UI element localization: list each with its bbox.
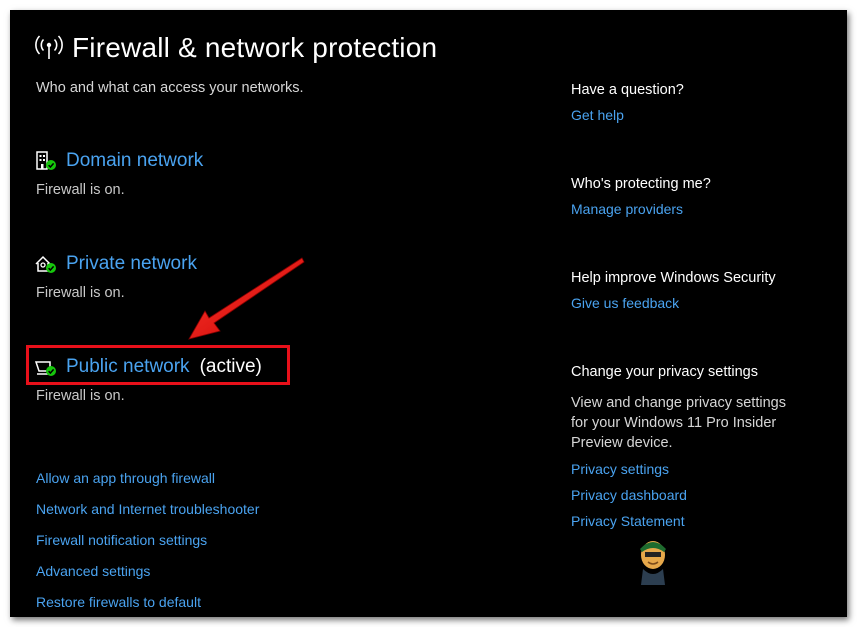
private-network-section: Private network Firewall is on. [34,252,197,301]
domain-network-status: Firewall is on. [36,182,125,198]
firewall-links: Allow an app through firewall Network an… [36,469,259,624]
help-heading: Have a question? [571,82,684,98]
privacy-dashboard-link[interactable]: Privacy dashboard [571,487,831,513]
privacy-statement-link[interactable]: Privacy Statement [571,513,831,539]
improve-heading: Help improve Windows Security [571,270,776,286]
give-feedback-link[interactable]: Give us feedback [571,295,831,311]
wifi-signal-icon [35,35,63,59]
page-subtitle: Who and what can access your networks. [36,80,304,96]
domain-network-link[interactable]: Domain network [66,150,203,172]
restore-defaults-link[interactable]: Restore firewalls to default [36,593,259,624]
privacy-settings-link[interactable]: Privacy settings [571,461,831,487]
page-header: Firewall & network protection [34,32,437,64]
privacy-section: Change your privacy settings View and ch… [571,364,831,539]
privacy-heading: Change your privacy settings [571,364,758,380]
public-network-status: Firewall is on. [36,388,125,404]
domain-network-section: Domain network Firewall is on. [34,149,203,198]
domain-network-icon [36,151,56,170]
improve-section: Help improve Windows Security Give us fe… [571,270,831,311]
private-network-link[interactable]: Private network [66,253,197,275]
troubleshooter-link[interactable]: Network and Internet troubleshooter [36,500,259,531]
annotation-highlight-box [26,345,290,385]
protecting-section: Who's protecting me? Manage providers [571,176,831,217]
page-title: Firewall & network protection [72,32,438,63]
private-network-status: Firewall is on. [36,285,125,301]
advanced-settings-link[interactable]: Advanced settings [36,562,259,593]
appuals-mascot-watermark [640,541,666,585]
protecting-heading: Who's protecting me? [571,176,711,192]
firewall-window: Firewall & network protection Who and wh… [10,10,847,617]
get-help-link[interactable]: Get help [571,107,831,123]
privacy-description: View and change privacy settings for you… [571,395,786,451]
private-network-icon [35,255,56,273]
allow-app-link[interactable]: Allow an app through firewall [36,469,259,500]
help-section: Have a question? Get help [571,82,831,123]
notification-settings-link[interactable]: Firewall notification settings [36,531,259,562]
manage-providers-link[interactable]: Manage providers [571,201,831,217]
